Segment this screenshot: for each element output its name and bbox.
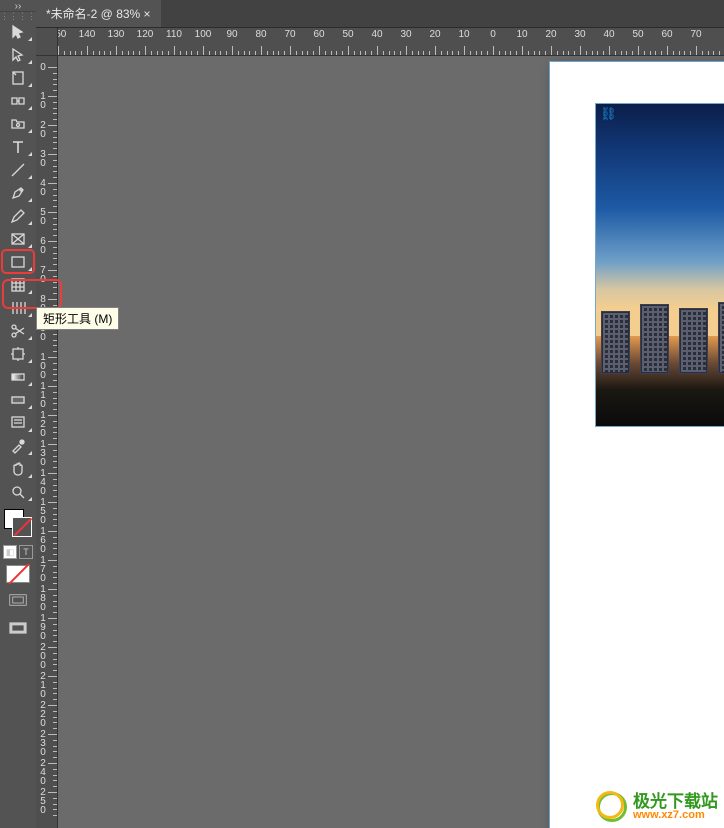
fill-stroke-swatch[interactable] — [2, 507, 34, 543]
type-tool[interactable] — [2, 135, 34, 158]
tool-tooltip: 矩形工具 (M) — [36, 307, 119, 330]
scissors-tool[interactable] — [2, 319, 34, 342]
document-tab[interactable]: *未命名-2 @ 83% × — [36, 0, 161, 27]
watermark-logo-icon — [597, 792, 627, 822]
ruler-origin-corner[interactable] — [36, 28, 58, 55]
container-format-row: ◧ T — [2, 545, 34, 559]
document-tab-title: *未命名-2 @ 83% × — [46, 5, 151, 22]
stroke-swatch[interactable] — [12, 517, 32, 537]
eyedropper-tool[interactable] — [2, 434, 34, 457]
free-transform-tool[interactable] — [2, 342, 34, 365]
link-badge-icon: ⛓ — [600, 106, 617, 122]
polygon-tool[interactable] — [2, 273, 34, 296]
placed-image[interactable]: ⛓ — [596, 104, 724, 426]
tool-panel: ›› ⋮⋮⋮⋮ ◧ T — [0, 0, 36, 828]
watermark-text: 极光下载站 www.xz7.com — [633, 793, 718, 821]
selection-tool[interactable] — [2, 20, 34, 43]
hand-tool[interactable] — [2, 457, 34, 480]
canvas-area[interactable]: ⛓ 极光下载站 www.xz7.com — [58, 56, 724, 828]
default-fill-stroke[interactable] — [6, 565, 30, 583]
column-tool[interactable] — [2, 296, 34, 319]
document-tab-bar: *未命名-2 @ 83% × — [36, 0, 724, 28]
ruler-horizontal-wrap: 1501401301201101009080706050403020100102… — [36, 28, 724, 56]
rectangle-frame-tool[interactable] — [2, 227, 34, 250]
gradient-feather-tool[interactable] — [2, 388, 34, 411]
ruler-horizontal[interactable]: 1501401301201101009080706050403020100102… — [58, 28, 724, 55]
workspace: *未命名-2 @ 83% × 1501401301201101009080706… — [36, 0, 724, 828]
panel-gripper[interactable]: ⋮⋮⋮⋮ — [0, 12, 36, 20]
app-root: ›› ⋮⋮⋮⋮ ◧ T *未命名-2 @ 83% × 1501401301201… — [0, 0, 724, 828]
view-options-button[interactable] — [3, 617, 33, 639]
main-row: 01 02 03 04 05 06 07 08 09 01 0 01 1 01 … — [36, 56, 724, 828]
screen-mode-button[interactable] — [3, 589, 33, 611]
rectangle-tool[interactable] — [2, 250, 34, 273]
formatting-text-button[interactable]: T — [19, 545, 33, 559]
ruler-vertical[interactable]: 01 02 03 04 05 06 07 08 09 01 0 01 1 01 … — [36, 56, 58, 828]
page-tool[interactable] — [2, 66, 34, 89]
pen-tool[interactable] — [2, 181, 34, 204]
zoom-tool[interactable] — [2, 480, 34, 503]
note-tool[interactable] — [2, 411, 34, 434]
image-buildings — [596, 284, 724, 374]
pencil-tool[interactable] — [2, 204, 34, 227]
formatting-container-button[interactable]: ◧ — [3, 545, 17, 559]
content-collector-tool[interactable] — [2, 112, 34, 135]
direct-selection-tool[interactable] — [2, 43, 34, 66]
gradient-swatch-tool[interactable] — [2, 365, 34, 388]
line-tool[interactable] — [2, 158, 34, 181]
gap-tool[interactable] — [2, 89, 34, 112]
watermark: 极光下载站 www.xz7.com — [597, 792, 718, 822]
